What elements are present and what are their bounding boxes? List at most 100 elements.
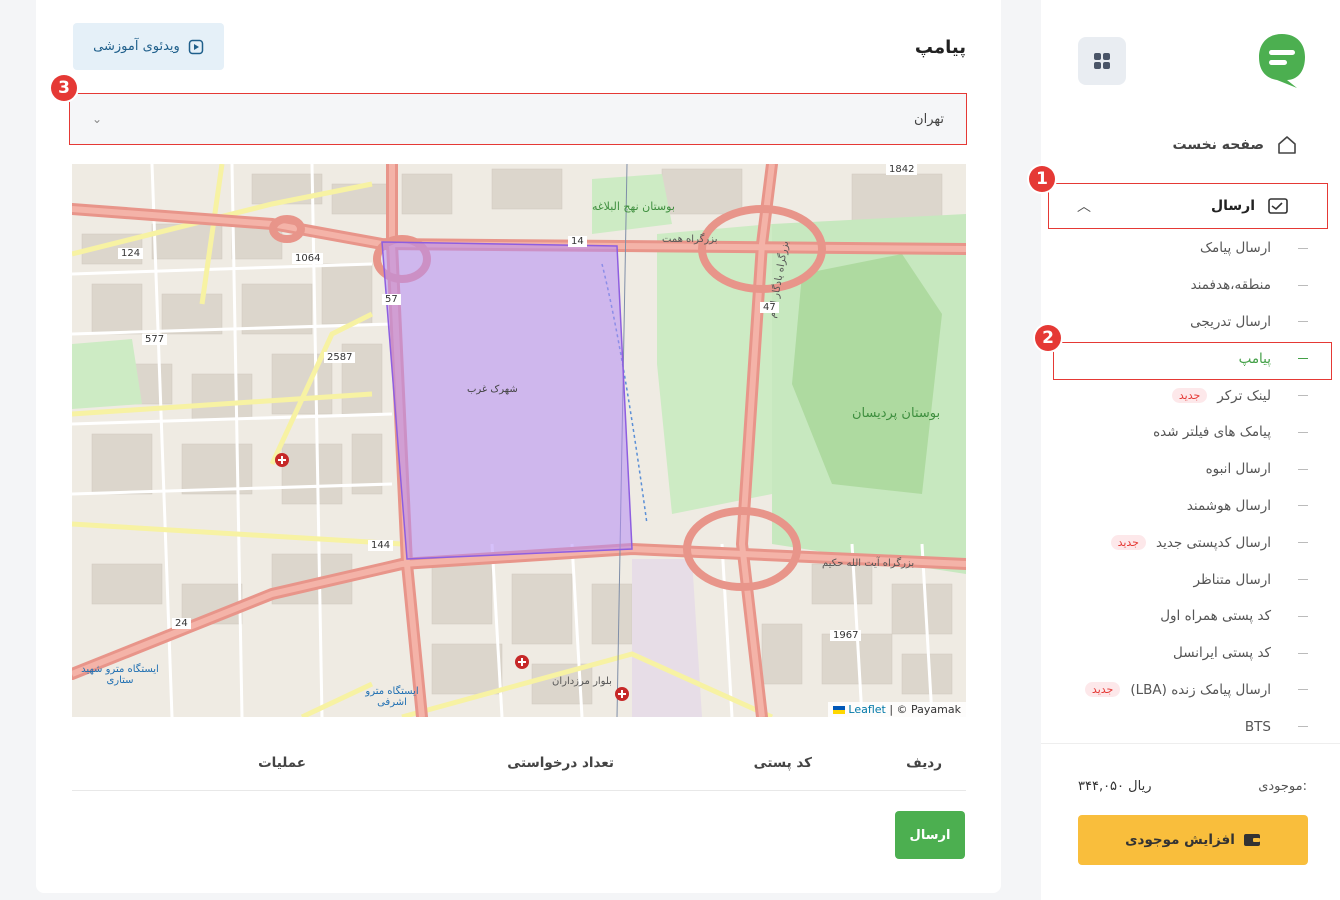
divider (1041, 743, 1340, 744)
dash-icon (1298, 395, 1308, 397)
submenu-item[interactable]: ارسال انبوه (1041, 451, 1340, 488)
sidebar: صفحه نخست ارسال ︿ ارسال پیامک منطقه،هدفم… (1041, 0, 1340, 900)
submenu-item[interactable]: لینک ترکر جدید (1041, 377, 1340, 414)
send-menu-icon (1268, 198, 1288, 214)
submenu-item-label: کد پستی همراه اول (1160, 608, 1271, 625)
map-label: 1842 (886, 164, 918, 175)
map-label: بزرگراه آیت الله حکیم (822, 558, 915, 569)
submenu-item-label: ارسال متناظر (1193, 571, 1271, 588)
submenu-item-label: پیامک های فیلتر شده (1153, 424, 1271, 441)
submenu-item-label: ارسال تدریجی (1190, 313, 1271, 330)
dash-icon (1298, 321, 1308, 323)
column-request-count: تعداد درخواستی (507, 755, 614, 771)
column-operations: عملیات (258, 755, 306, 771)
nav-home[interactable]: صفحه نخست (1173, 134, 1298, 156)
dash-icon (1298, 284, 1308, 286)
submenu-item[interactable]: BTS (1041, 708, 1340, 745)
new-badge: جدید (1084, 682, 1121, 698)
map-attribution: Leaflet | © Payamak (827, 702, 966, 717)
map-label: بوستان نهج البلاغه (592, 200, 675, 213)
submenu-item[interactable]: ارسال متناظر (1041, 561, 1340, 598)
dash-icon (1298, 247, 1308, 249)
submenu-item[interactable]: پیامک های فیلتر شده (1041, 414, 1340, 451)
annotation-marker-3: 3 (51, 75, 77, 101)
map-label: 144 (368, 540, 394, 551)
map-label: 47 (760, 302, 779, 313)
leaflet-flag-icon (832, 706, 845, 714)
balance-value: ۳۴۴,۰۵۰ ریال (1078, 779, 1152, 794)
map-label: ایستگاه مترو شهید ستاری (81, 664, 159, 686)
dash-icon (1298, 615, 1308, 617)
map-label: 1967 (830, 630, 862, 641)
map-attribution-text: | © Payamak (889, 703, 961, 716)
map-label: بلوار مرزداران (552, 676, 612, 687)
submenu-item-label: منطقه،هدفمند (1190, 277, 1271, 294)
submenu-item[interactable]: ارسال کدپستی جدید جدید (1041, 524, 1340, 561)
submenu-item-label: کد پستی ایرانسل (1173, 645, 1271, 662)
tutorial-video-label: ویدئوی آموزشی (93, 39, 180, 54)
map-label: 2587 (324, 352, 356, 363)
submenu-item-label: ارسال انبوه (1205, 461, 1271, 478)
city-select-value: تهران (914, 111, 944, 127)
map-label: 1064 (292, 253, 324, 264)
grid-icon (1094, 53, 1110, 69)
column-postal-code: کد پستی (753, 755, 812, 771)
map-label: 57 (382, 294, 401, 305)
submenu-item[interactable]: کد پستی همراه اول (1041, 598, 1340, 635)
logo (1259, 34, 1305, 88)
submenu-item[interactable]: منطقه،هدفمند (1041, 267, 1340, 304)
dash-icon (1298, 431, 1308, 433)
submenu-item-label: ارسال پیامک (1199, 240, 1271, 257)
map-label: 24 (172, 618, 191, 629)
main-panel: پیامپ ویدئوی آموزشی ⌄ تهران بزرگراه همت … (36, 0, 1001, 893)
new-badge: جدید (1171, 388, 1208, 404)
map-label: شهرک غرب (467, 384, 518, 395)
topup-label: افزایش موجودی (1125, 832, 1235, 848)
send-submenu: ارسال پیامک منطقه،هدفمند ارسال تدریجی پی… (1041, 230, 1340, 745)
nav-send[interactable]: ارسال ︿ (1048, 183, 1328, 229)
submenu-item-label: ارسال هوشمند (1186, 497, 1271, 514)
dash-icon (1298, 542, 1308, 544)
dash-icon (1298, 468, 1308, 470)
map-label: 124 (118, 248, 144, 259)
send-button[interactable]: ارسال (895, 811, 965, 859)
play-icon (188, 39, 204, 54)
submenu-item[interactable]: کد پستی ایرانسل (1041, 635, 1340, 672)
submenu-item[interactable]: ارسال پیامک (1041, 230, 1340, 267)
topup-button[interactable]: افزایش موجودی (1078, 815, 1308, 865)
new-badge: جدید (1110, 535, 1146, 551)
submenu-item[interactable]: ارسال هوشمند (1041, 488, 1340, 525)
wallet-icon (1243, 834, 1260, 846)
leaflet-link[interactable]: Leaflet (848, 703, 885, 716)
column-row: ردیف (906, 755, 942, 771)
map-label: بوستان پردیسان (852, 406, 941, 421)
submenu-item-label: لینک ترکر (1217, 387, 1271, 404)
map-label: بزرگراه همت (662, 234, 718, 245)
annotation-marker-1: 1 (1029, 166, 1055, 192)
map-label: 577 (142, 334, 168, 345)
city-select[interactable]: ⌄ تهران (69, 93, 967, 145)
dash-icon (1298, 579, 1308, 581)
submenu-item[interactable]: ارسال پیامک زنده (LBA) جدید (1041, 672, 1340, 709)
dash-icon (1298, 652, 1308, 654)
table-header: ردیف کد پستی تعداد درخواستی عملیات (72, 745, 966, 791)
nav-home-label: صفحه نخست (1172, 137, 1264, 153)
annotation-marker-2: 2 (1035, 325, 1061, 351)
balance-label: موجودی: (1258, 779, 1307, 794)
chevron-down-icon: ⌄ (92, 112, 103, 126)
map[interactable]: بزرگراه همت بزرگراه آیت الله حکیم بزرگرا… (72, 164, 966, 717)
dash-icon (1298, 726, 1308, 728)
submenu-item-label: ارسال پیامک زنده (LBA) (1130, 681, 1271, 698)
submenu-item-label: BTS (1244, 718, 1271, 735)
chevron-up-icon[interactable]: ︿ (1077, 196, 1091, 216)
submenu-item[interactable]: ارسال تدریجی (1041, 304, 1340, 341)
apps-menu-button[interactable] (1078, 37, 1126, 85)
map-label: 14 (568, 236, 587, 247)
home-icon (1278, 136, 1296, 154)
tutorial-video-button[interactable]: ویدئوی آموزشی (73, 23, 224, 70)
dash-icon (1298, 505, 1308, 507)
nav-send-label: ارسال (1210, 198, 1255, 214)
highlight-box-payamp (1053, 342, 1332, 380)
submenu-item-label: ارسال کدپستی جدید (1155, 534, 1271, 551)
page-title: پیامپ (914, 37, 966, 58)
